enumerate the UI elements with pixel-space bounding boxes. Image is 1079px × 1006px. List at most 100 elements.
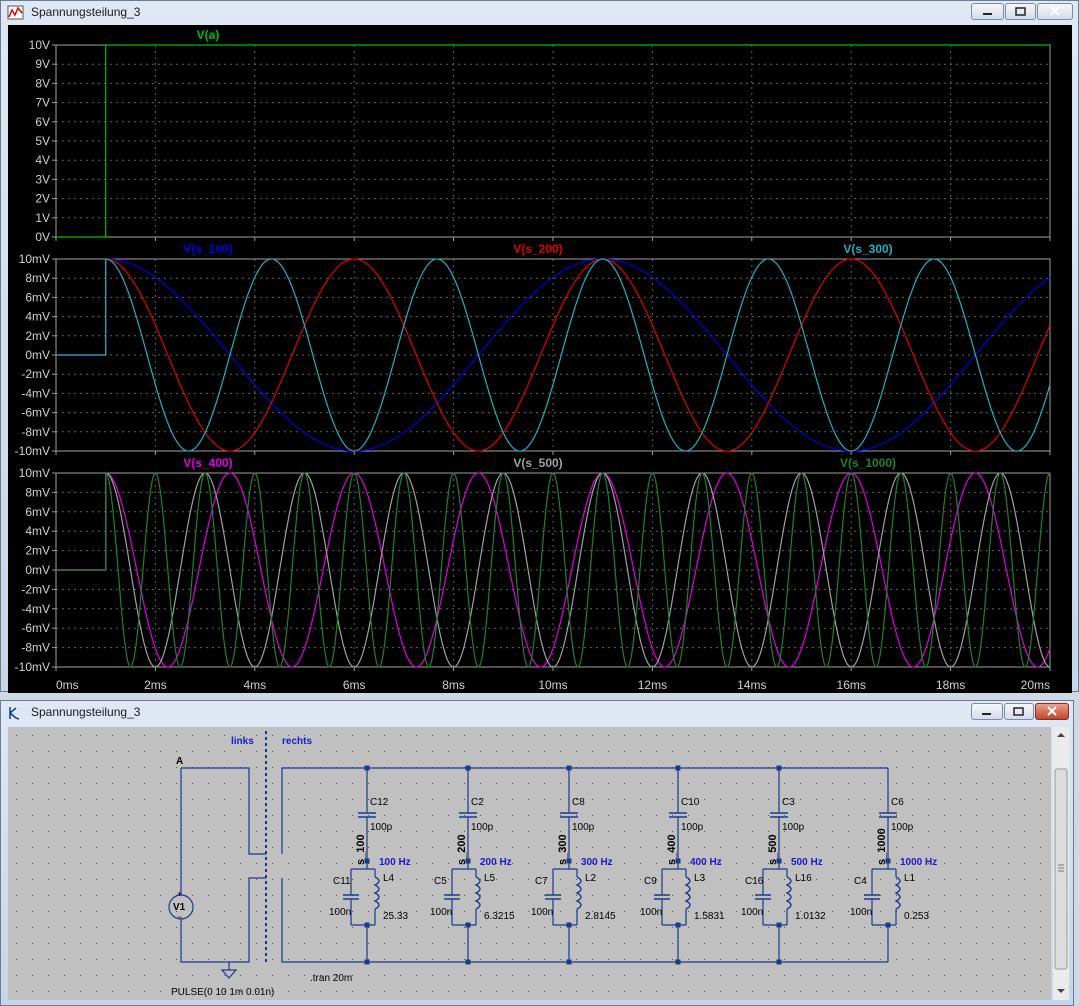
- frequency-label: 300 Hz: [581, 857, 613, 868]
- x-tick-label: 12ms: [638, 678, 667, 692]
- schematic-close-button[interactable]: [1035, 703, 1069, 720]
- scrollbar-thumb[interactable]: [1054, 768, 1068, 970]
- cap-parallel-value: 100n: [850, 907, 872, 918]
- junction: [776, 922, 782, 928]
- inductor-name: L5: [484, 873, 496, 884]
- y-tick-label: -10mV: [15, 444, 50, 458]
- y-tick-label: -8mV: [21, 641, 50, 655]
- inductor-name: L16: [795, 873, 812, 884]
- capacitor-icon[interactable]: [459, 812, 477, 818]
- scroll-down-icon[interactable]: [1057, 989, 1065, 993]
- svg-text:−: −: [177, 912, 182, 922]
- waveform-chart[interactable]: 10V 9V 8V 7V 6V 5V 4V 3V 2V 1V 0V V(a) 10mV 8mV 6mV 4mV…: [8, 25, 1072, 693]
- trace-label[interactable]: V(s_400): [183, 456, 232, 470]
- y-tick-label: 1V: [35, 211, 50, 225]
- trace-label[interactable]: V(s_100): [183, 242, 232, 256]
- scroll-up-icon[interactable]: [1057, 733, 1065, 737]
- vertical-scrollbar[interactable]: [1053, 727, 1069, 1000]
- capacitor-icon[interactable]: [343, 894, 359, 900]
- inductor-value: 0.253: [904, 911, 929, 922]
- trace-label[interactable]: V(a): [197, 28, 220, 42]
- close-button[interactable]: [1037, 3, 1073, 20]
- plot-pane-top[interactable]: 10V 9V 8V 7V 6V 5V 4V 3V 2V 1V 0V V(a): [29, 28, 1051, 244]
- waveform-app-icon: [7, 5, 24, 20]
- y-tick-label: 4V: [35, 153, 50, 167]
- capacitor-icon[interactable]: [770, 812, 788, 818]
- maximize-button[interactable]: [1005, 3, 1036, 20]
- trace-label[interactable]: V(s_1000): [840, 456, 896, 470]
- y-tick-label: -4mV: [21, 386, 50, 400]
- inductor-icon[interactable]: [474, 876, 481, 910]
- y-tick-label: -10mV: [15, 660, 50, 674]
- schematic-window-title: Spannungsteilung_3: [31, 705, 141, 719]
- y-tick-label: -8mV: [21, 425, 50, 439]
- cap-parallel-name: C11: [333, 876, 351, 887]
- y-tick-label: 0V: [35, 230, 50, 244]
- capacitor-icon[interactable]: [879, 812, 897, 818]
- minimize-button[interactable]: [971, 3, 1004, 20]
- y-tick-label: 6mV: [25, 290, 50, 304]
- schematic-canvas[interactable]: + − V1 Alinks rechts PULSE(0 10 1m 0.01n) .tra…: [8, 727, 1051, 1000]
- y-tick-label: 6V: [35, 115, 50, 129]
- x-tick-label: 8ms: [442, 678, 465, 692]
- wire-node-a[interactable]: [181, 767, 266, 855]
- junction: [364, 922, 370, 928]
- inductor-icon[interactable]: [575, 876, 582, 910]
- capacitor-icon[interactable]: [358, 812, 376, 818]
- y-tick-label: 2mV: [25, 329, 50, 343]
- schematic-maximize-button[interactable]: [1004, 703, 1034, 720]
- capacitor-icon[interactable]: [545, 894, 561, 900]
- inductor-value: 2.8145: [585, 911, 616, 922]
- schematic-drawing[interactable]: + −V1 Alinks rechts PULSE(0 10 1m 0.01n) .tra…: [8, 727, 1051, 1000]
- capacitor-icon[interactable]: [444, 894, 460, 900]
- y-tick-label: 5V: [35, 134, 50, 148]
- cap-series-name: C6: [891, 797, 904, 808]
- waveform-window[interactable]: Spannungsteilung_3 10V 9V 8V 7V 6V 5V 4V 3V 2V 1V…: [0, 0, 1079, 693]
- capacitor-icon[interactable]: [864, 894, 880, 900]
- cap-parallel-value: 100n: [741, 907, 763, 918]
- wire-ground[interactable]: [180, 919, 230, 970]
- y-tick-label: 4mV: [25, 310, 50, 324]
- inductor-icon[interactable]: [373, 876, 380, 910]
- schematic-minimize-button[interactable]: [971, 703, 1003, 720]
- x-tick-label: 20ms: [1021, 678, 1050, 692]
- y-tick-label: 9V: [35, 57, 50, 71]
- y-tick-label: 8mV: [25, 485, 50, 499]
- trace-label[interactable]: V(s_300): [843, 242, 892, 256]
- inductor-value: 1.0132: [795, 911, 826, 922]
- cap-parallel-value: 100n: [531, 907, 553, 918]
- cap-parallel-name: C9: [644, 876, 657, 887]
- schematic-titlebar[interactable]: Spannungsteilung_3: [1, 701, 1073, 725]
- wire[interactable]: [229, 877, 266, 963]
- plot-pane-bottom[interactable]: 10mV 8mV 6mV 4mV 2mV 0mV -2mV -4mV -6mV -8mV -10mV…: [15, 456, 1051, 674]
- waveform-titlebar[interactable]: Spannungsteilung_3: [1, 1, 1078, 25]
- inductor-icon[interactable]: [684, 876, 691, 910]
- frequency-label: 100 Hz: [379, 857, 411, 868]
- cap-series-name: C12: [370, 797, 389, 808]
- waveform-plot-area[interactable]: 10V 9V 8V 7V 6V 5V 4V 3V 2V 1V 0V V(a) 10mV 8mV 6mV 4mV…: [8, 25, 1072, 693]
- frequency-label: 200 Hz: [480, 857, 512, 868]
- inductor-icon[interactable]: [785, 876, 792, 910]
- plot-pane-middle[interactable]: 10mV 8mV 6mV 4mV 2mV 0mV -2mV -4mV -6mV -8mV -10mV…: [15, 242, 1051, 458]
- source-name: V1: [173, 902, 186, 913]
- frequency-label: 500 Hz: [791, 857, 823, 868]
- y-tick-label: -6mV: [21, 406, 50, 420]
- y-tick-label: -2mV: [21, 367, 50, 381]
- circuit[interactable]: + −V1 Alinks rechts PULSE(0 10 1m 0.01n) .tra…: [168, 731, 937, 998]
- y-tick-label: 10V: [29, 38, 50, 52]
- capacitor-icon[interactable]: [669, 812, 687, 818]
- junction: [566, 922, 572, 928]
- y-tick-label: 4mV: [25, 524, 50, 538]
- capacitor-icon[interactable]: [755, 894, 771, 900]
- schematic-window[interactable]: Spannungsteilung_3 + − V1 Alinks rechts PULSE…: [0, 700, 1074, 1006]
- x-tick-label: 18ms: [936, 678, 965, 692]
- inductor-icon[interactable]: [894, 876, 901, 910]
- wire-top-rail[interactable]: [281, 767, 888, 854]
- capacitor-icon[interactable]: [654, 894, 670, 900]
- trace-label[interactable]: V(s_200): [513, 242, 562, 256]
- trace-label[interactable]: V(s_500): [513, 456, 562, 470]
- cap-series-name: C8: [572, 797, 585, 808]
- capacitor-icon[interactable]: [560, 812, 578, 818]
- ground-icon: [220, 969, 238, 979]
- y-tick-label: 7V: [35, 96, 50, 110]
